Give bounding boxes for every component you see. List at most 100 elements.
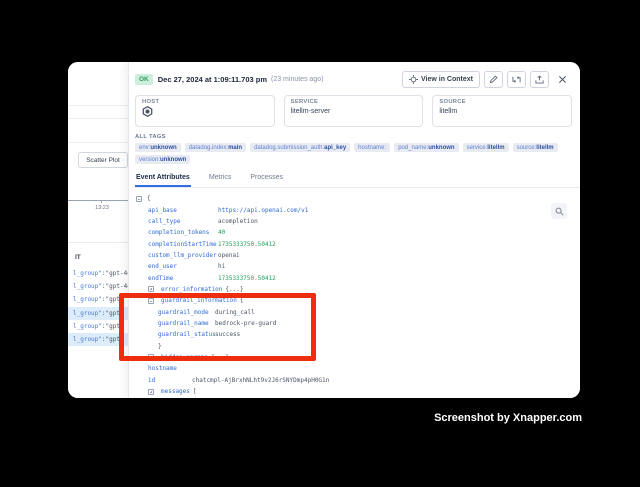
scatter-plot-button[interactable]: Scatter Plot (78, 152, 128, 168)
event-time-ago: (23 minutes ago) (271, 76, 324, 83)
tag-key: datadog.index: (189, 145, 228, 151)
attr-value[interactable]: 1735333750.50412 (218, 241, 276, 248)
attr-value[interactable]: 1735333750.50412 (218, 275, 276, 282)
attr-row: completionStartTime1735333750.50412 (136, 238, 580, 249)
divider (68, 105, 128, 106)
tag-key: version: (139, 157, 160, 163)
search-attributes-button[interactable] (551, 203, 567, 219)
attr-key[interactable]: id (148, 377, 192, 384)
screenshot-stage: Scatter Plot 13:23 IT l_group":"gpt-4o l… (0, 0, 640, 487)
attr-value[interactable]: hi (218, 263, 225, 270)
list-item-key: l_group" (73, 270, 102, 277)
tab-event-attributes[interactable]: Event Attributes (135, 172, 191, 187)
source-card-label: SOURCE (439, 99, 565, 105)
tag-pill[interactable]: datadog.submission_auth:api_key (250, 143, 350, 152)
watermark-text: Screenshot by Xnapper.com (434, 412, 582, 424)
source-card-value: litellm (439, 108, 565, 115)
attr-row-collapsed: messages[ (148, 386, 580, 397)
host-card[interactable]: HOST (135, 95, 275, 127)
attr-value[interactable]: openai (218, 252, 240, 259)
tag-pill[interactable]: datadog.index:main (185, 143, 246, 152)
tag-key: source: (517, 145, 537, 151)
list-item-key: l_group" (73, 310, 102, 317)
tag-value: main (228, 145, 242, 151)
tag-key: service: (467, 145, 488, 151)
tag-key: datadog.submission_auth: (254, 145, 324, 151)
list-item-key: l_group" (73, 336, 102, 343)
attr-row: api_basehttps://api.openai.com/v1 (136, 204, 580, 215)
tab-processes[interactable]: Processes (249, 172, 284, 187)
expand-icon[interactable] (148, 389, 154, 395)
attr-row: completion_tokens40 (136, 227, 580, 238)
attr-row: endTime1735333750.50412 (136, 272, 580, 283)
attr-value[interactable]: chatcmpl-AjBrxhNLht9v2J6rSNYDmp4pH0G1n (192, 377, 329, 384)
tag-pill[interactable]: service:litellm (463, 143, 509, 152)
tag-pill[interactable]: env:unknown (135, 143, 181, 152)
divider (68, 242, 128, 243)
list-item-key: l_group" (73, 296, 102, 303)
expand-icon[interactable] (148, 286, 154, 292)
attr-key[interactable]: call_type (148, 218, 218, 225)
tag-pill[interactable]: pod_name:unknown (394, 143, 458, 152)
tab-metrics[interactable]: Metrics (208, 172, 233, 187)
view-in-context-button[interactable]: View in Context (402, 71, 480, 88)
summary-cards: HOST SERVICE litellm-server SOURCE litel… (135, 95, 572, 127)
list-item-key: l_group" (73, 323, 102, 330)
service-card-label: SERVICE (291, 99, 417, 105)
search-icon (555, 207, 564, 216)
service-card[interactable]: SERVICE litellm-server (284, 95, 424, 127)
tag-value: api_key (324, 145, 346, 151)
attr-key[interactable]: messages (161, 388, 190, 395)
tag-pill[interactable]: source:litellm (513, 143, 558, 152)
tags-row: env:unknown datadog.index:main datadog.s… (135, 143, 580, 152)
attr-row: call_typeacompletion (136, 216, 580, 227)
tag-value: unknown (428, 145, 454, 151)
collapse-icon[interactable] (136, 196, 142, 202)
edit-button[interactable] (484, 71, 503, 88)
collapsed-braces: {...} (225, 286, 243, 293)
attr-key[interactable]: completionStartTime (148, 241, 218, 248)
list-item[interactable]: l_group":"gpt-4o (68, 280, 128, 293)
tag-value: unknown (150, 145, 176, 151)
list-column-header: IT (75, 254, 81, 261)
json-root-row: { (136, 193, 580, 204)
attr-value[interactable]: 40 (218, 229, 225, 236)
list-item-value: :"gpt-4o (102, 270, 128, 277)
export-button[interactable] (530, 71, 549, 88)
tag-pill[interactable]: hostname: (354, 143, 390, 152)
attr-key[interactable]: end_user (148, 263, 218, 270)
host-hexagon-icon (142, 106, 153, 117)
status-badge: OK (135, 74, 153, 85)
list-item[interactable]: l_group":"gpt-4o (68, 267, 128, 280)
attr-value-link[interactable]: https://api.openai.com/v1 (218, 207, 308, 214)
tag-value: litellm (487, 145, 504, 151)
attr-key[interactable]: endTime (148, 275, 218, 282)
pencil-icon (489, 75, 498, 84)
host-card-label: HOST (142, 99, 268, 105)
tag-key: hostname: (358, 145, 386, 151)
service-card-value: litellm-server (291, 108, 417, 115)
attr-key[interactable]: error_information (161, 286, 222, 293)
divider (68, 142, 128, 143)
tag-value: litellm (536, 145, 553, 151)
tag-key: pod_name: (398, 145, 428, 151)
attr-key[interactable]: api_base (148, 207, 218, 214)
open-brace: { (147, 195, 151, 202)
source-card[interactable]: SOURCE litellm (432, 95, 572, 127)
list-item-key: l_group" (73, 283, 102, 290)
export-icon (535, 75, 544, 84)
close-button[interactable] (553, 71, 572, 88)
attr-key[interactable]: hostname (148, 365, 192, 372)
attr-value[interactable]: acompletion (218, 218, 258, 225)
attr-key[interactable]: custom_llm_provider (148, 252, 218, 259)
open-bracket: [ (193, 388, 197, 395)
tags-row: version:unknown (135, 155, 580, 164)
related-data-button[interactable] (507, 71, 526, 88)
attr-key[interactable]: completion_tokens (148, 229, 218, 236)
crosshair-icon (409, 75, 418, 84)
tag-pill[interactable]: version:unknown (135, 155, 190, 164)
divider (68, 118, 128, 119)
attr-row: idchatcmpl-AjBrxhNLht9v2J6rSNYDmp4pH0G1n (136, 375, 580, 386)
attr-row: end_userhi (136, 261, 580, 272)
axis-tick (101, 200, 102, 203)
